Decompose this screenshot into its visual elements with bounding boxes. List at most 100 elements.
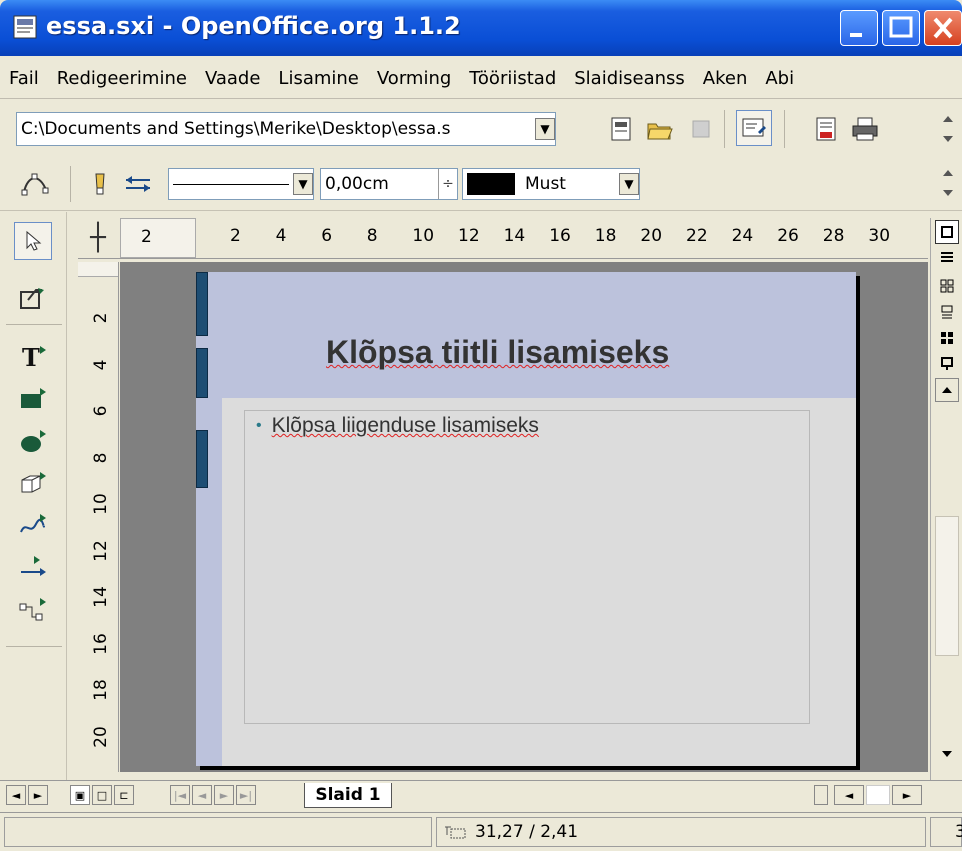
outline-placeholder[interactable] (244, 410, 810, 724)
color-swatch (467, 173, 515, 195)
separator (724, 110, 725, 148)
edit-file-icon[interactable] (606, 114, 638, 144)
tab-stop-icon[interactable]: ┼ (78, 218, 118, 258)
tab-scroll-right-icon[interactable]: ► (28, 785, 48, 805)
tab-slide-1[interactable]: Slaid 1 (304, 783, 392, 808)
print-icon[interactable] (848, 114, 882, 144)
title-bar[interactable]: essa.sxi - OpenOffice.org 1.1.2 (0, 0, 962, 56)
outline-view-icon[interactable] (935, 246, 959, 270)
separator (6, 324, 62, 325)
drawing-view-icon[interactable] (935, 220, 959, 244)
menu-window[interactable]: Aken (694, 68, 757, 89)
ruler-margin-label: 2 (141, 227, 152, 247)
handout-view-icon[interactable] (935, 326, 959, 350)
vertical-ruler[interactable]: 2 4 6 8 10 12 14 16 18 20 (78, 262, 119, 772)
layer-mode-icon[interactable]: ⊏ (114, 785, 134, 805)
line-style-combobox[interactable]: ▼ (168, 168, 314, 200)
svg-text:T: T (22, 343, 40, 372)
position-icon (445, 823, 467, 841)
open-folder-icon[interactable] (644, 114, 676, 144)
menu-help[interactable]: Abi (756, 68, 803, 89)
hscroll-left-icon[interactable]: ◄ (834, 785, 864, 805)
ruler-tick: 14 (503, 226, 526, 246)
status-right-value: 3 (955, 822, 962, 842)
decorative-bar (196, 272, 208, 336)
line-style-preview (169, 183, 293, 185)
position-value: 31,27 / 2,41 (475, 822, 579, 842)
next-tab-icon[interactable]: ► (214, 785, 234, 805)
rectangle-tool-icon[interactable] (14, 380, 52, 418)
status-right: 3 (930, 817, 962, 847)
line-width-spinner[interactable]: 0,00cm ÷ (320, 168, 458, 200)
slideshow-icon[interactable] (935, 352, 959, 376)
scroll-thumb[interactable] (935, 516, 959, 656)
outline-item[interactable]: • Klõpsa liigenduse lisamiseks (256, 414, 539, 438)
edit-mode-icon[interactable] (736, 110, 772, 146)
ruler-tick: 12 (91, 539, 111, 562)
path-value: C:\Documents and Settings\Merike\Desktop… (21, 119, 451, 139)
first-tab-icon[interactable]: |◄ (170, 785, 190, 805)
scroll-up-arrow-icon[interactable] (935, 378, 959, 402)
ruler-tick: 2 (91, 312, 111, 324)
hscroll-track[interactable] (866, 785, 890, 805)
scroll-down-arrow-icon[interactable] (935, 742, 959, 766)
decorative-bar (196, 348, 208, 398)
connector-tool-icon[interactable] (14, 590, 52, 628)
points-icon[interactable] (18, 168, 52, 200)
toolbar-scroll[interactable] (938, 108, 958, 150)
separator (70, 166, 71, 202)
line-color-combobox[interactable]: Must ▼ (462, 168, 640, 200)
scroll-track[interactable] (935, 406, 959, 514)
text-tool-icon[interactable]: T (14, 338, 52, 376)
line-arrow-tool-icon[interactable] (14, 548, 52, 586)
menu-file[interactable]: Fail (0, 68, 48, 89)
master-mode-icon[interactable]: □ (92, 785, 112, 805)
arrow-style-icon[interactable] (120, 168, 156, 200)
slide-mode-icon[interactable]: ▣ (70, 785, 90, 805)
menu-edit[interactable]: Redigeerimine (48, 68, 196, 89)
zoom-icon[interactable] (14, 280, 52, 318)
menu-tools[interactable]: Tööriistad (460, 68, 565, 89)
chevron-down-icon[interactable]: ▼ (619, 173, 639, 195)
tab-splitter[interactable] (814, 785, 828, 805)
ruler-tick: 20 (640, 226, 663, 246)
close-button[interactable] (924, 10, 962, 46)
ruler-tick: 8 (366, 226, 378, 246)
menu-view[interactable]: Vaade (196, 68, 269, 89)
last-tab-icon[interactable]: ►| (236, 785, 256, 805)
ruler-tick: 22 (686, 226, 708, 246)
chevron-down-icon[interactable]: ▼ (535, 118, 555, 140)
slide[interactable]: Klõpsa tiitli lisamiseks • Klõpsa liigend… (196, 272, 856, 766)
curve-tool-icon[interactable] (14, 506, 52, 544)
select-arrow-icon[interactable] (14, 222, 52, 260)
hscroll-right-icon[interactable]: ► (892, 785, 922, 805)
toolbar-scroll[interactable] (938, 162, 958, 204)
pdf-export-icon[interactable] (810, 114, 842, 144)
outline-text: Klõpsa liigenduse lisamiseks (271, 414, 539, 437)
maximize-button[interactable] (882, 10, 920, 46)
window-title: essa.sxi - OpenOffice.org 1.1.2 (46, 12, 461, 40)
notes-view-icon[interactable] (935, 300, 959, 324)
spin-icon[interactable]: ÷ (438, 169, 457, 199)
menu-insert[interactable]: Lisamine (269, 68, 367, 89)
slide-sorter-icon[interactable] (935, 274, 959, 298)
line-pen-icon[interactable] (86, 168, 114, 200)
horizontal-ruler[interactable]: ┼ 2 2 4 6 8 10 12 14 16 18 20 22 24 26 28 30 (78, 218, 928, 259)
prev-tab-icon[interactable]: ◄ (192, 785, 212, 805)
path-combobox[interactable]: C:\Documents and Settings\Merike\Desktop… (16, 112, 556, 146)
tab-scroll-left-icon[interactable]: ◄ (6, 785, 26, 805)
ruler-tick: 18 (91, 679, 111, 701)
view-switcher-bar (930, 218, 962, 780)
bullet-icon: • (256, 417, 262, 435)
slide-title-placeholder[interactable]: Klõpsa tiitli lisamiseks (326, 334, 669, 371)
chevron-down-icon[interactable]: ▼ (293, 173, 313, 195)
menu-format[interactable]: Vorming (368, 68, 460, 89)
3d-objects-icon[interactable] (14, 464, 52, 502)
ellipse-tool-icon[interactable] (14, 422, 52, 460)
ruler-tick: 4 (91, 359, 111, 370)
ruler-tick: 20 (91, 725, 111, 748)
menu-slideshow[interactable]: Slaidiseanss (565, 68, 694, 89)
ruler-tick: 16 (91, 632, 111, 655)
minimize-button[interactable] (840, 10, 878, 46)
slide-workspace[interactable]: Klõpsa tiitli lisamiseks • Klõpsa liigend… (120, 262, 928, 772)
